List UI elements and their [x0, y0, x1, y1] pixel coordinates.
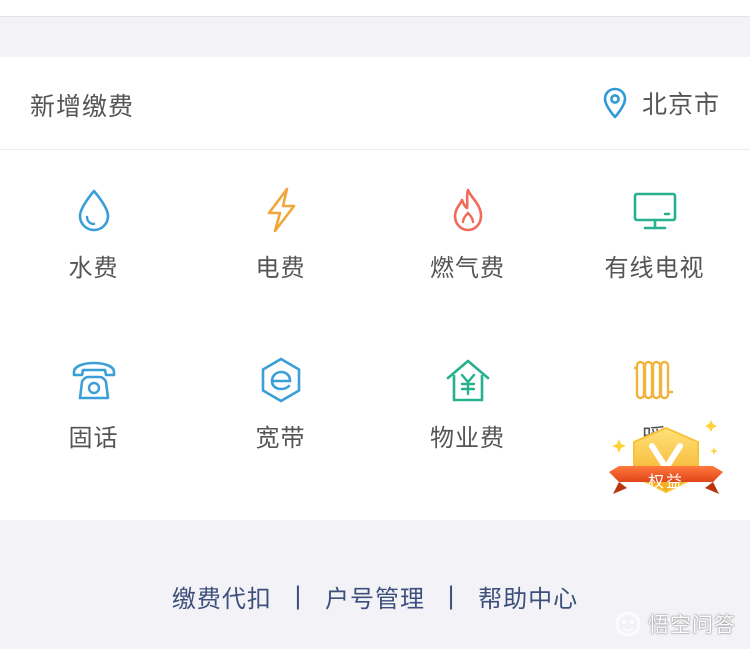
broadband-e-icon — [261, 357, 300, 403]
wukong-logo-icon — [615, 611, 641, 637]
watermark: 悟空问答 — [614, 609, 736, 639]
benefits-badge[interactable]: 权益 — [605, 420, 727, 516]
service-label: 燃气费 — [430, 254, 505, 282]
service-cable-tv[interactable]: 有线电视 — [561, 150, 748, 300]
service-landline[interactable]: 固话 — [0, 320, 187, 470]
service-gas[interactable]: 燃气费 — [374, 150, 561, 300]
service-label: 物业费 — [430, 424, 505, 452]
flame-icon — [453, 188, 482, 232]
city-label: 北京市 — [641, 90, 720, 119]
service-label: 宽带 — [255, 424, 306, 452]
footer-separator: | — [447, 582, 457, 610]
watermark-text: 悟空问答 — [648, 613, 736, 637]
top-strip — [0, 0, 750, 17]
service-property[interactable]: 物业费 — [374, 320, 561, 470]
card-header: 新增缴费 北京市 — [0, 57, 750, 150]
service-electricity[interactable]: 电费 — [187, 150, 374, 300]
location-selector[interactable]: 北京市 — [602, 85, 720, 121]
footer-link-account-management[interactable]: 户号管理 — [325, 579, 425, 614]
water-drop-icon — [78, 189, 109, 232]
footer-separator: | — [293, 582, 303, 610]
service-label: 有线电视 — [604, 254, 705, 282]
house-yuan-icon — [446, 359, 489, 402]
service-label: 电费 — [255, 254, 306, 282]
footer-link-help-center[interactable]: 帮助中心 — [478, 579, 578, 614]
telephone-icon — [72, 361, 115, 400]
location-pin-icon — [603, 87, 627, 119]
lightning-icon — [267, 187, 295, 233]
service-water[interactable]: 水费 — [0, 150, 187, 300]
service-label: 水费 — [68, 254, 119, 282]
radiator-icon — [633, 360, 673, 400]
footer-link-auto-debit[interactable]: 缴费代扣 — [172, 579, 272, 614]
badge-label: 权益 — [647, 472, 684, 491]
service-label: 固话 — [68, 424, 119, 452]
service-broadband[interactable]: 宽带 — [187, 320, 374, 470]
tv-icon — [633, 192, 676, 230]
header-title: 新增缴费 — [30, 92, 135, 121]
